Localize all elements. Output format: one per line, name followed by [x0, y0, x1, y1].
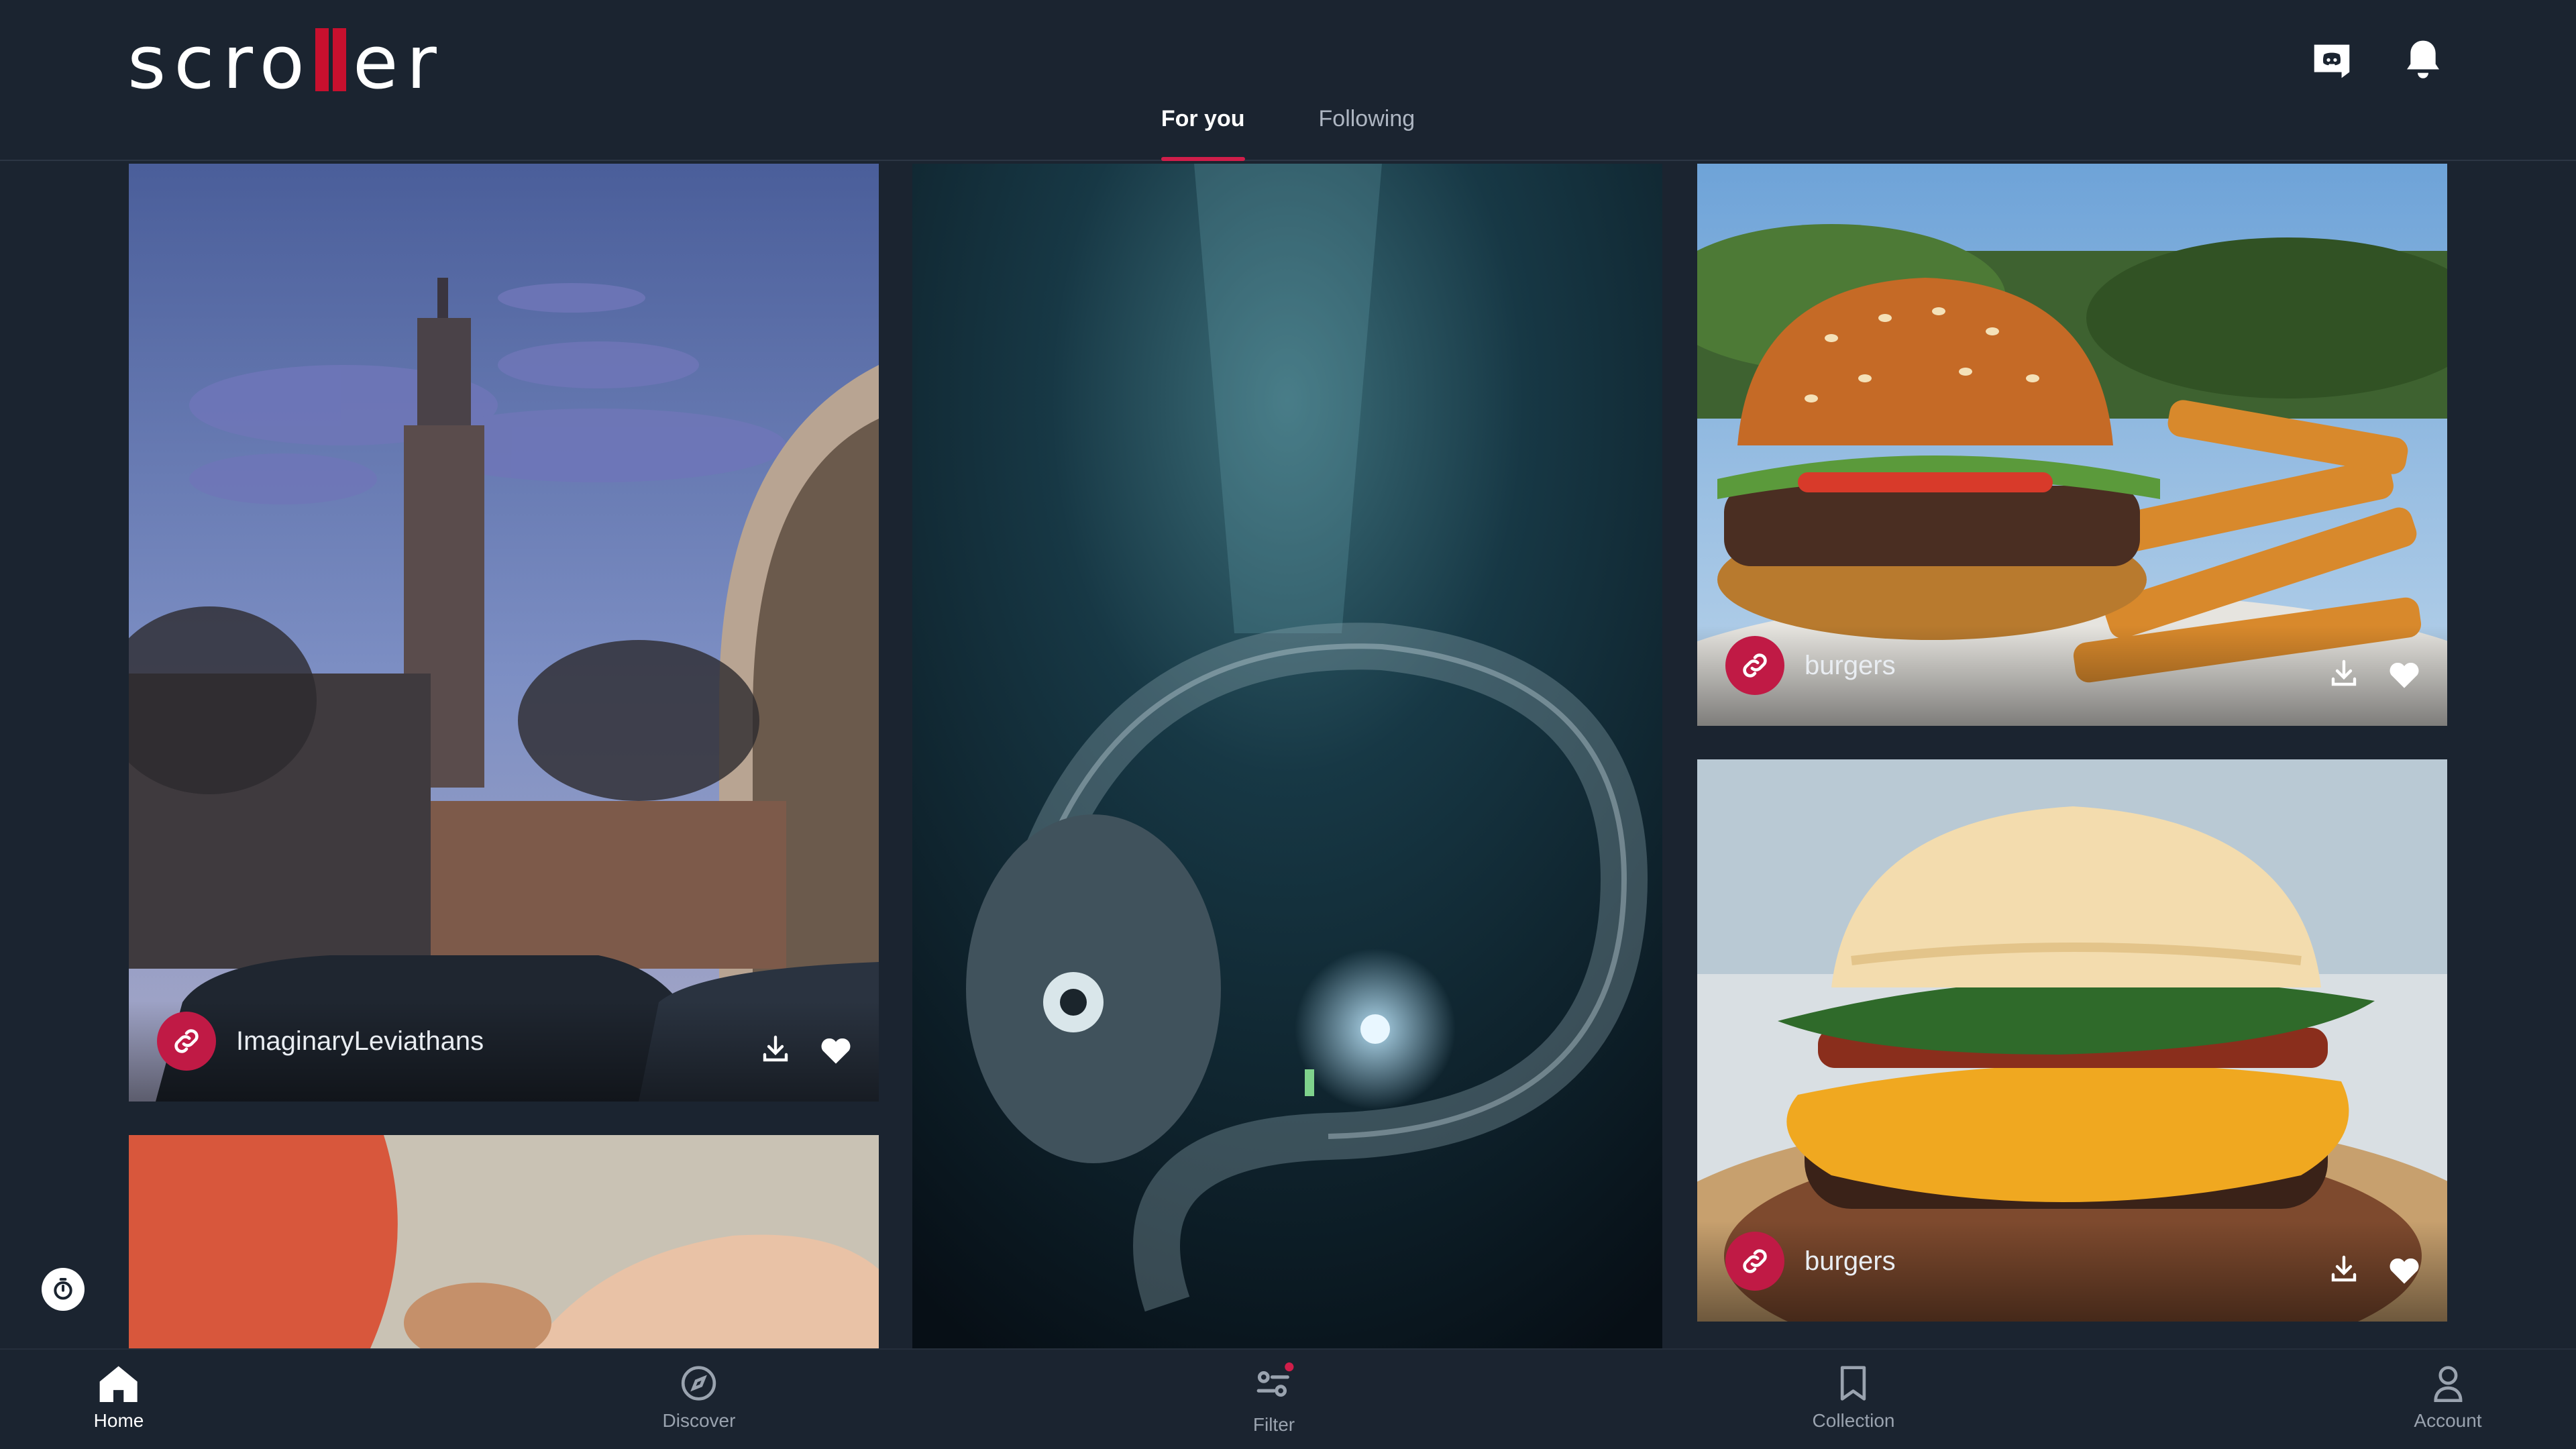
heart-icon[interactable] [817, 1030, 855, 1068]
heart-icon[interactable] [2385, 1250, 2423, 1288]
logo-text-left: scro [127, 19, 313, 105]
timer-button[interactable] [42, 1268, 85, 1311]
nav-discover[interactable]: Discover [662, 1364, 736, 1432]
nav-label: Discover [662, 1410, 736, 1431]
download-icon[interactable] [2325, 1250, 2363, 1288]
tab-for-you[interactable]: For you [1161, 101, 1245, 161]
logo-text-right: er [352, 19, 445, 105]
compass-icon [682, 1366, 716, 1401]
link-icon[interactable] [1725, 636, 1784, 695]
nav-label: Collection [1812, 1410, 1895, 1431]
nav-account[interactable]: Account [2414, 1364, 2482, 1432]
feed-tabs: For you Following [0, 101, 2576, 161]
logo-mark [315, 28, 346, 91]
home-icon [99, 1366, 138, 1402]
app-root: scro er For you Following ImaginaryLevia… [0, 0, 2576, 1449]
card-source[interactable]: ImaginaryLeviathans [157, 1012, 484, 1071]
heart-icon[interactable] [2385, 655, 2423, 692]
bookmark-icon [1841, 1366, 1866, 1401]
download-icon[interactable] [2325, 655, 2363, 692]
bell-icon[interactable] [2398, 34, 2449, 87]
feed-card[interactable]: burgers [1697, 759, 2447, 1322]
card-actions [2325, 1250, 2423, 1288]
header-actions [2306, 34, 2449, 87]
bottom-nav: Home Discover Filter Collection Account [0, 1348, 2576, 1449]
subreddit-name[interactable]: burgers [1805, 1246, 1896, 1277]
download-icon[interactable] [757, 1030, 794, 1068]
subreddit-name[interactable]: ImaginaryLeviathans [236, 1026, 484, 1057]
nav-label: Account [2414, 1410, 2482, 1431]
feed-card[interactable] [912, 164, 1662, 1348]
feed-card[interactable]: burgers [1697, 164, 2447, 726]
nav-home[interactable]: Home [94, 1364, 144, 1432]
card-actions [2325, 655, 2423, 692]
filter-icon [1256, 1362, 1294, 1397]
feed-card[interactable]: ImaginaryLeviathans [129, 164, 879, 1102]
top-header: scro er For you Following [0, 0, 2576, 161]
subreddit-name[interactable]: burgers [1805, 651, 1896, 681]
link-icon[interactable] [1725, 1232, 1784, 1291]
scroller-logo[interactable]: scro er [127, 19, 445, 105]
feed-card[interactable] [129, 1135, 879, 1348]
tab-following[interactable]: Following [1319, 101, 1415, 161]
post-image [912, 164, 1662, 1348]
nav-collection[interactable]: Collection [1812, 1364, 1895, 1432]
stopwatch-icon [54, 1278, 72, 1300]
discord-icon[interactable] [2306, 34, 2357, 87]
post-image [129, 1135, 879, 1348]
card-source[interactable]: burgers [1725, 636, 1896, 695]
nav-label: Filter [1252, 1414, 1295, 1435]
nav-label: Home [93, 1410, 144, 1431]
post-image [129, 164, 879, 1102]
card-source[interactable]: burgers [1725, 1232, 1896, 1291]
nav-filter[interactable]: Filter [1252, 1362, 1296, 1436]
link-icon[interactable] [157, 1012, 216, 1071]
card-actions [757, 1030, 855, 1068]
user-icon [2433, 1366, 2462, 1402]
